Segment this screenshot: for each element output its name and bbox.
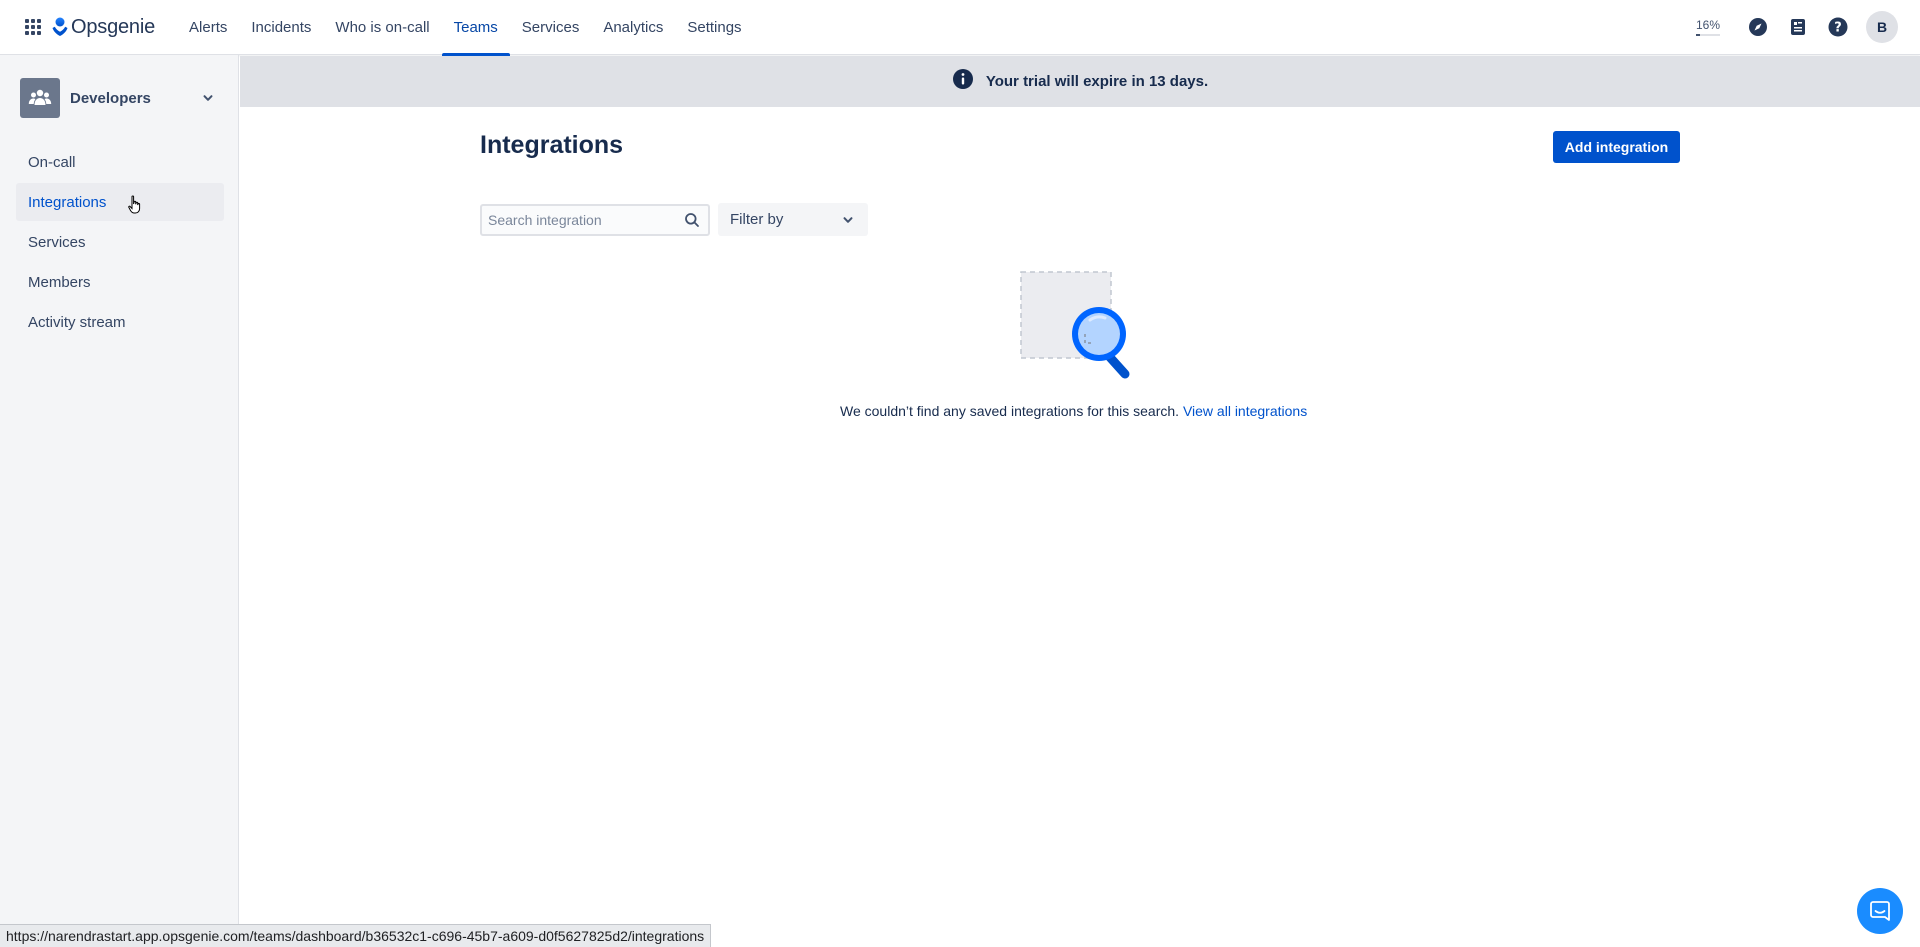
nav-services[interactable]: Services bbox=[510, 0, 592, 55]
nav-incidents[interactable]: Incidents bbox=[239, 0, 323, 55]
add-integration-button[interactable]: Add integration bbox=[1553, 131, 1680, 163]
chevron-down-icon bbox=[842, 214, 854, 226]
chat-support-button[interactable] bbox=[1857, 888, 1903, 934]
top-navigation: Opsgenie Alerts Incidents Who is on-call… bbox=[0, 0, 1920, 56]
svg-text:?: ? bbox=[1834, 21, 1842, 36]
usage-label: 16% bbox=[1695, 18, 1720, 32]
book-icon[interactable] bbox=[1782, 11, 1814, 43]
team-menu: On-call Integrations Services Members Ac… bbox=[16, 143, 224, 343]
empty-state-message: We couldn’t find any saved integrations … bbox=[840, 403, 1307, 419]
nav-analytics[interactable]: Analytics bbox=[591, 0, 675, 55]
chat-icon bbox=[1870, 901, 1890, 921]
team-sidebar: Developers On-call Integrations Services… bbox=[0, 55, 239, 947]
info-icon bbox=[952, 68, 974, 95]
chevron-down-icon bbox=[202, 92, 214, 104]
filter-by-dropdown[interactable]: Filter by bbox=[718, 203, 868, 236]
help-icon[interactable]: ? bbox=[1822, 11, 1854, 43]
empty-search-illustration bbox=[1018, 270, 1144, 386]
page-title: Integrations bbox=[480, 131, 624, 159]
sidebar-item-activity-stream[interactable]: Activity stream bbox=[16, 303, 224, 341]
nav-settings[interactable]: Settings bbox=[675, 0, 753, 55]
nav-who-is-on-call[interactable]: Who is on-call bbox=[323, 0, 441, 55]
primary-nav: Alerts Incidents Who is on-call Teams Se… bbox=[177, 0, 754, 56]
usage-bar bbox=[1695, 34, 1720, 36]
user-avatar[interactable]: B bbox=[1866, 11, 1898, 43]
app-name: Opsgenie bbox=[71, 15, 156, 38]
search-integration-input[interactable] bbox=[482, 206, 680, 234]
nav-teams[interactable]: Teams bbox=[441, 0, 510, 56]
usage-bar-fill bbox=[1695, 34, 1700, 36]
compass-icon[interactable] bbox=[1742, 11, 1774, 43]
usage-indicator[interactable]: 16% bbox=[1696, 18, 1720, 36]
sidebar-item-on-call[interactable]: On-call bbox=[16, 143, 224, 181]
empty-state-text: We couldn’t find any saved integrations … bbox=[840, 403, 1180, 419]
search-icon[interactable] bbox=[680, 212, 704, 228]
team-avatar-icon bbox=[20, 78, 60, 118]
sidebar-item-integrations[interactable]: Integrations bbox=[16, 183, 224, 221]
filter-by-label: Filter by bbox=[730, 211, 784, 228]
sidebar-item-members[interactable]: Members bbox=[16, 263, 224, 301]
team-switcher[interactable]: Developers bbox=[20, 78, 220, 118]
nav-alerts[interactable]: Alerts bbox=[177, 0, 239, 55]
team-name: Developers bbox=[70, 89, 151, 107]
search-integration-box bbox=[480, 204, 710, 236]
status-bar-url: https://narendrastart.app.opsgenie.com/t… bbox=[0, 924, 712, 947]
apps-grid-icon[interactable] bbox=[18, 12, 48, 42]
sidebar-item-services[interactable]: Services bbox=[16, 223, 224, 261]
trial-banner: Your trial will expire in 13 days. bbox=[240, 56, 1920, 107]
hand-cursor-icon bbox=[128, 195, 142, 215]
opsgenie-logo[interactable]: Opsgenie bbox=[52, 16, 155, 39]
nav-right-actions: 16% ? B bbox=[1696, 11, 1898, 43]
trial-banner-text: Your trial will expire in 13 days. bbox=[985, 73, 1209, 90]
view-all-integrations-link[interactable]: View all integrations bbox=[1183, 403, 1307, 419]
opsgenie-logo-icon bbox=[52, 17, 68, 36]
